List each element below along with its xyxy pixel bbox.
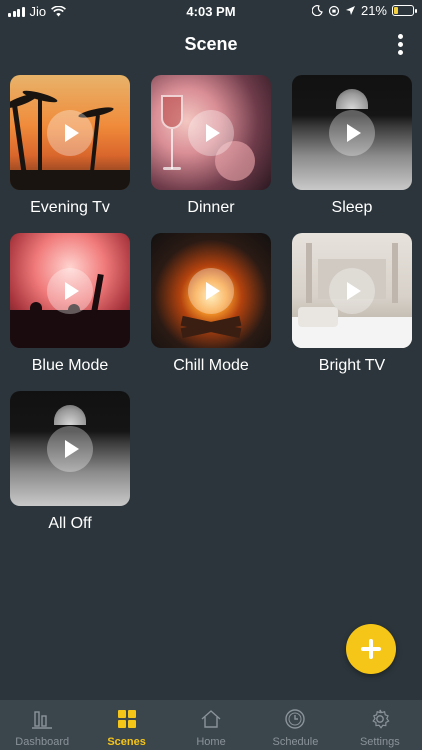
nav-label: Schedule bbox=[272, 736, 319, 748]
more-vertical-icon-dot bbox=[397, 41, 403, 47]
play-icon[interactable] bbox=[188, 109, 234, 156]
gear-icon bbox=[372, 709, 390, 729]
nav-item-settings[interactable]: Settings bbox=[338, 700, 422, 750]
scene-thumbnail[interactable] bbox=[292, 75, 412, 190]
scenes-icon bbox=[117, 710, 136, 728]
play-icon[interactable] bbox=[47, 425, 93, 472]
battery-fill bbox=[394, 7, 398, 14]
orientation-lock-icon bbox=[328, 5, 340, 16]
scene-tile-chill-mode[interactable]: Chill Mode bbox=[151, 233, 271, 374]
scene-label: Sleep bbox=[331, 199, 373, 216]
scene-label: Chill Mode bbox=[173, 357, 249, 374]
battery-percent: 21% bbox=[360, 3, 387, 18]
home-icon bbox=[201, 710, 221, 728]
clock-icon bbox=[285, 709, 306, 729]
scene-thumbnail[interactable] bbox=[151, 75, 271, 190]
scene-tile-blue-mode[interactable]: Blue Mode bbox=[10, 233, 130, 374]
scene-label: All Off bbox=[48, 515, 92, 532]
status-bar-right: 21% bbox=[311, 3, 417, 18]
scene-label: Dinner bbox=[187, 199, 235, 216]
play-icon[interactable] bbox=[329, 109, 375, 156]
play-icon[interactable] bbox=[188, 267, 234, 314]
plus-icon-stem bbox=[369, 639, 373, 659]
status-bar: Jio 4:03 PM 21% bbox=[0, 0, 422, 22]
nav-item-schedule[interactable]: Schedule bbox=[253, 700, 337, 750]
scene-thumbnail[interactable] bbox=[151, 233, 271, 348]
add-scene-button[interactable] bbox=[346, 624, 396, 674]
location-arrow-icon bbox=[345, 6, 355, 15]
scene-thumbnail[interactable] bbox=[292, 233, 412, 348]
nav-label: Scenes bbox=[107, 736, 146, 748]
nav-item-home[interactable]: Home bbox=[169, 700, 253, 750]
more-vertical-icon bbox=[397, 33, 403, 39]
more-options-button[interactable] bbox=[392, 32, 408, 56]
scene-tile-sleep[interactable]: Sleep bbox=[292, 75, 412, 216]
dashboard-icon bbox=[32, 711, 53, 729]
more-vertical-icon-dot bbox=[397, 49, 403, 55]
scene-thumbnail[interactable] bbox=[10, 233, 130, 348]
scene-tile-all-off[interactable]: All Off bbox=[10, 391, 130, 532]
play-icon[interactable] bbox=[47, 267, 93, 314]
play-icon[interactable] bbox=[329, 267, 375, 314]
scene-thumbnail[interactable] bbox=[10, 391, 130, 506]
play-icon[interactable] bbox=[47, 109, 93, 156]
bottom-nav: Dashboard Scenes Home Schedule Settings bbox=[0, 700, 422, 750]
page-title: Scene bbox=[184, 34, 238, 54]
scene-label: Bright TV bbox=[318, 357, 386, 374]
nav-label: Home bbox=[196, 736, 226, 748]
scene-label: Evening Tv bbox=[30, 199, 110, 216]
scene-thumbnail[interactable] bbox=[10, 75, 130, 190]
app-header: Scene bbox=[0, 22, 422, 66]
nav-item-scenes[interactable]: Scenes bbox=[84, 700, 168, 750]
nav-label: Dashboard bbox=[15, 736, 70, 748]
nav-label: Settings bbox=[359, 736, 400, 748]
scene-tile-bright-tv[interactable]: Bright TV bbox=[292, 233, 412, 374]
scene-tile-dinner[interactable]: Dinner bbox=[151, 75, 271, 216]
moon-icon bbox=[311, 5, 323, 16]
scene-label: Blue Mode bbox=[31, 357, 109, 374]
scene-tile-evening-tv[interactable]: Evening Tv bbox=[10, 75, 130, 216]
nav-item-dashboard[interactable]: Dashboard bbox=[0, 700, 84, 750]
battery-icon bbox=[392, 5, 417, 16]
